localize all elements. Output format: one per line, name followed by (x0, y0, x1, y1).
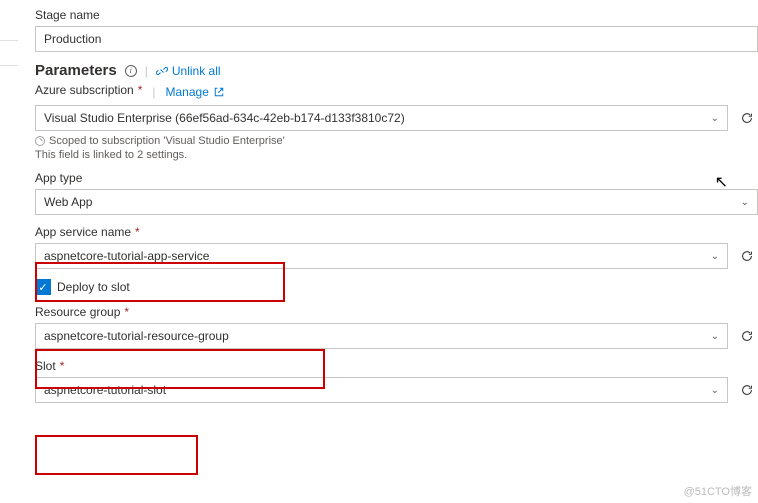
refresh-slot-button[interactable] (736, 379, 758, 401)
chevron-down-icon: ⌄ (711, 113, 719, 124)
resource-group-select[interactable]: aspnetcore-tutorial-resource-group ⌄ (35, 323, 728, 349)
refresh-resource-group-button[interactable] (736, 325, 758, 347)
chevron-down-icon: ⌄ (711, 331, 719, 342)
refresh-icon (740, 383, 754, 397)
resource-group-field: Resource group * aspnetcore-tutorial-res… (35, 305, 758, 349)
resource-group-label: Resource group * (35, 305, 758, 319)
parameters-header: Parameters i | Unlink all (35, 62, 758, 79)
highlight-box-slot (35, 435, 198, 475)
parameters-title: Parameters (35, 62, 117, 79)
required-asterisk: * (138, 83, 143, 97)
refresh-subscription-button[interactable] (736, 107, 758, 129)
subscription-scoped-hint: Scoped to subscription 'Visual Studio En… (35, 135, 758, 147)
form-content: Stage name Production Parameters i | Unl… (0, 0, 758, 403)
manage-label: Manage (166, 85, 209, 99)
refresh-icon (740, 249, 754, 263)
deploy-to-slot-checkbox[interactable]: ✓ (35, 279, 51, 295)
chevron-down-icon: ⌄ (711, 251, 719, 262)
stage-name-value: Production (44, 32, 101, 46)
subscription-field: Azure subscription * | Manage Visual Stu… (35, 83, 758, 161)
slot-value: aspnetcore-tutorial-slot (44, 383, 166, 397)
required-asterisk: * (135, 225, 140, 239)
deploy-to-slot-label: Deploy to slot (57, 280, 130, 294)
unlink-icon (156, 65, 168, 77)
app-service-select[interactable]: aspnetcore-tutorial-app-service ⌄ (35, 243, 728, 269)
external-link-icon (213, 86, 225, 98)
left-panel-stub (0, 40, 18, 66)
subscription-linked-hint: This field is linked to 2 settings. (35, 149, 758, 161)
subscription-label: Azure subscription * (35, 83, 142, 97)
unlink-all-label: Unlink all (172, 64, 221, 78)
divider: | (145, 64, 148, 78)
app-service-value: aspnetcore-tutorial-app-service (44, 249, 209, 263)
required-asterisk: * (124, 305, 129, 319)
app-type-field: App type Web App ⌄ (35, 171, 758, 215)
stage-name-field: Stage name Production (35, 8, 758, 52)
manage-subscription-link[interactable]: Manage (166, 85, 225, 99)
app-service-label: App service name * (35, 225, 758, 239)
chevron-down-icon: ⌄ (711, 385, 719, 396)
refresh-app-service-button[interactable] (736, 245, 758, 267)
slot-select[interactable]: aspnetcore-tutorial-slot ⌄ (35, 377, 728, 403)
slot-field: Slot * aspnetcore-tutorial-slot ⌄ (35, 359, 758, 403)
required-asterisk: * (60, 359, 65, 373)
refresh-icon (740, 111, 754, 125)
subscription-select[interactable]: Visual Studio Enterprise (66ef56ad-634c-… (35, 105, 728, 131)
chevron-down-icon: ⌄ (741, 197, 749, 208)
resource-group-value: aspnetcore-tutorial-resource-group (44, 329, 229, 343)
stage-name-input[interactable]: Production (35, 26, 758, 52)
unlink-all-link[interactable]: Unlink all (156, 64, 221, 78)
info-icon[interactable]: i (125, 65, 137, 77)
app-type-label: App type (35, 171, 758, 185)
refresh-icon (740, 329, 754, 343)
scope-icon (35, 136, 45, 146)
app-type-value: Web App (44, 195, 92, 209)
app-type-select[interactable]: Web App ⌄ (35, 189, 758, 215)
deploy-to-slot-row: ✓ Deploy to slot (35, 279, 758, 295)
subscription-value: Visual Studio Enterprise (66ef56ad-634c-… (44, 111, 405, 125)
app-service-field: App service name * aspnetcore-tutorial-a… (35, 225, 758, 269)
stage-name-label: Stage name (35, 8, 758, 22)
slot-label: Slot * (35, 359, 758, 373)
watermark: @51CTO博客 (684, 483, 752, 499)
